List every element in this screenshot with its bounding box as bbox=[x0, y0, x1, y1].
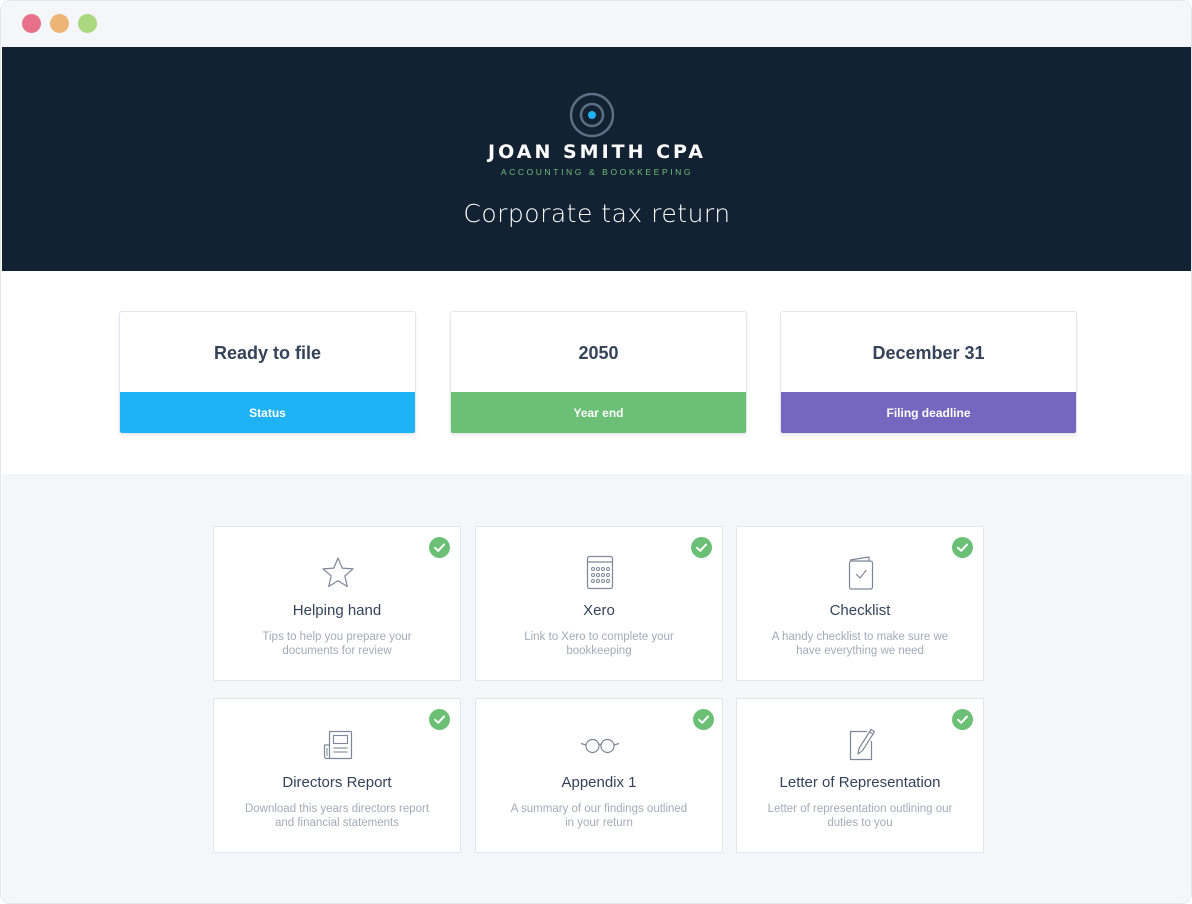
document-card-helping-hand[interactable]: Helping hand Tips to help you prepare yo… bbox=[213, 526, 461, 681]
filing-deadline-card: December 31 Filing deadline bbox=[780, 311, 1077, 434]
status-value: Ready to file bbox=[213, 343, 322, 363]
documents-section: Helping hand Tips to help you prepare yo… bbox=[2, 474, 1191, 903]
page-title: Corporate tax return bbox=[463, 199, 731, 228]
card-title: Xero bbox=[583, 602, 615, 619]
calculator-icon bbox=[586, 555, 614, 590]
document-card-letter-of-representation[interactable]: Letter of Representation Letter of repre… bbox=[736, 698, 984, 853]
browser-window: JOAN SMITH CPA ACCOUNTING & BOOKKEEPING … bbox=[0, 0, 1192, 904]
card-description: Download this years directors report and… bbox=[244, 803, 430, 829]
status-card: Ready to file Status bbox=[119, 311, 416, 434]
status-label: Status bbox=[120, 392, 415, 433]
document-card-directors-report[interactable]: Directors Report Download this years dir… bbox=[213, 698, 461, 853]
card-description: A summary of our findings outlined in yo… bbox=[510, 803, 688, 829]
filing-deadline-value: December 31 bbox=[872, 343, 985, 363]
card-title: Appendix 1 bbox=[561, 774, 637, 791]
filing-deadline-label: Filing deadline bbox=[781, 392, 1076, 433]
newspaper-icon bbox=[323, 730, 353, 760]
card-description: Link to Xero to complete your bookkeepin… bbox=[524, 631, 674, 657]
star-icon bbox=[322, 557, 354, 588]
document-card-xero[interactable]: Xero Link to Xero to complete your bookk… bbox=[475, 526, 723, 681]
zoom-window-button[interactable] bbox=[78, 14, 97, 33]
complete-check-icon bbox=[952, 537, 973, 558]
complete-check-icon bbox=[952, 709, 973, 730]
card-title: Helping hand bbox=[292, 602, 382, 619]
card-description: Tips to help you prepare your documents … bbox=[262, 631, 412, 657]
year-end-card: 2050 Year end bbox=[450, 311, 747, 434]
brand-name: JOAN SMITH CPA bbox=[488, 141, 706, 163]
window-chrome bbox=[1, 1, 1191, 47]
card-title: Letter of Representation bbox=[779, 774, 941, 791]
brand-tagline: ACCOUNTING & BOOKKEEPING bbox=[500, 167, 694, 177]
card-description: Letter of representation outlining our d… bbox=[767, 803, 953, 829]
card-title: Directors Report bbox=[282, 774, 392, 791]
card-title: Checklist bbox=[829, 602, 891, 619]
edit-document-icon bbox=[849, 728, 876, 761]
complete-check-icon bbox=[429, 709, 450, 730]
page-header: JOAN SMITH CPA ACCOUNTING & BOOKKEEPING … bbox=[2, 47, 1191, 271]
year-end-value: 2050 bbox=[578, 343, 619, 363]
complete-check-icon bbox=[693, 709, 714, 730]
target-logo-icon bbox=[569, 92, 615, 138]
complete-check-icon bbox=[691, 537, 712, 558]
glasses-icon bbox=[580, 738, 620, 754]
close-window-button[interactable] bbox=[22, 14, 41, 33]
document-card-appendix-1[interactable]: Appendix 1 A summary of our findings out… bbox=[475, 698, 723, 853]
complete-check-icon bbox=[429, 537, 450, 558]
minimize-window-button[interactable] bbox=[50, 14, 69, 33]
document-card-checklist[interactable]: Checklist A handy checklist to make sure… bbox=[736, 526, 984, 681]
checklist-icon bbox=[848, 556, 874, 590]
year-end-label: Year end bbox=[451, 392, 746, 433]
summary-stats: Ready to file Status 2050 Year end Decem… bbox=[1, 311, 1191, 435]
card-description: A handy checklist to make sure we have e… bbox=[771, 631, 949, 657]
